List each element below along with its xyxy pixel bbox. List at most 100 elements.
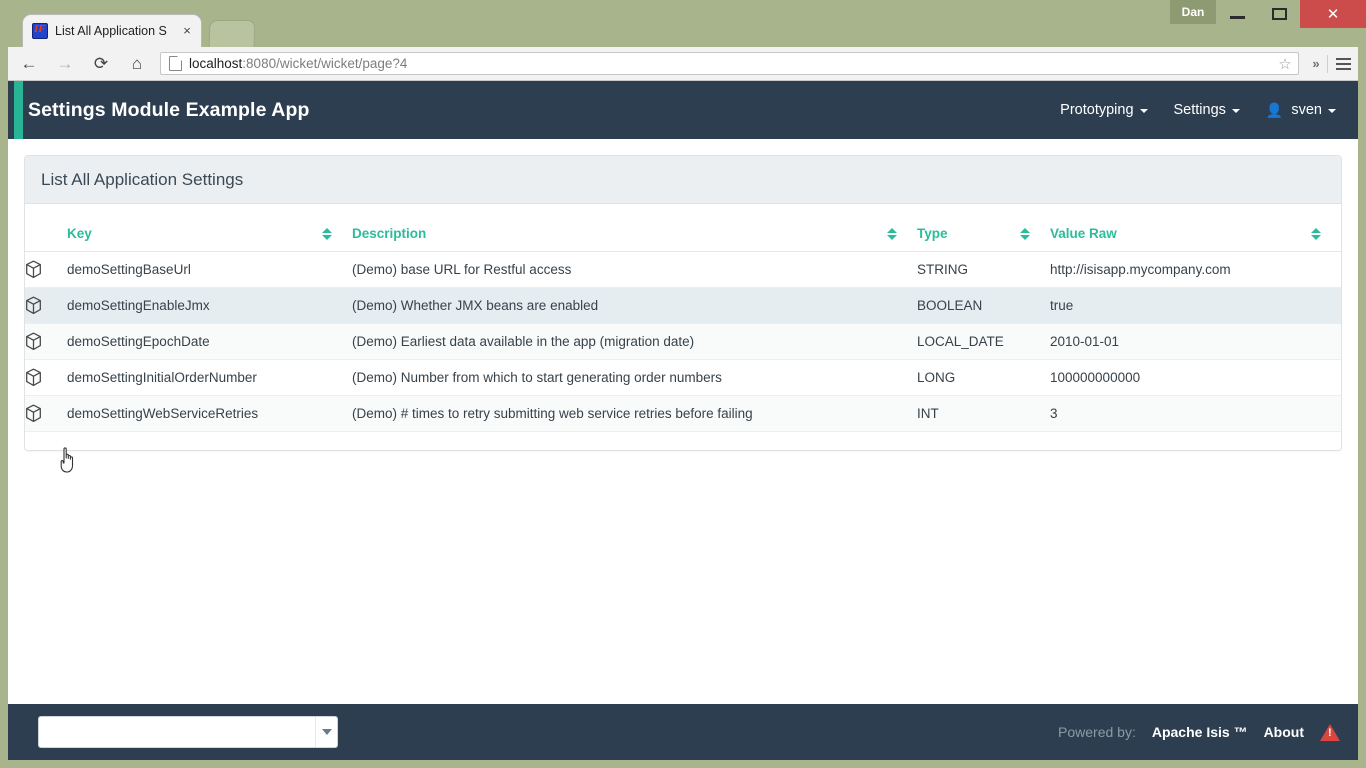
nav-item-prototyping-label: Prototyping (1060, 102, 1134, 118)
window-user-badge[interactable]: Dan (1170, 0, 1216, 24)
sort-icon[interactable] (322, 227, 332, 240)
column-header-value-raw-label: Value Raw (1050, 226, 1117, 241)
footer-select-arrow[interactable] (315, 717, 337, 747)
browser-tab[interactable]: List All Application S × (22, 14, 202, 47)
footer-right: Powered by: Apache Isis ™ About (1058, 723, 1340, 741)
back-icon[interactable]: ← (14, 49, 44, 79)
cell-description: (Demo) Earliest data available in the ap… (352, 323, 917, 360)
settings-table: Key Description Type Value Raw demoSetti… (25, 220, 1341, 432)
cell-description: (Demo) Number from which to start genera… (352, 359, 917, 396)
cell-type: INT (917, 395, 1050, 432)
nav-item-prototyping[interactable]: Prototyping (1060, 102, 1148, 118)
window-close-button[interactable]: ✕ (1300, 0, 1366, 28)
cube-icon[interactable] (25, 287, 67, 324)
column-header-key[interactable]: Key (67, 220, 352, 252)
cell-description: (Demo) # times to retry submitting web s… (352, 395, 917, 432)
column-header-key-label: Key (67, 226, 92, 241)
new-tab-button[interactable] (208, 20, 256, 47)
column-header-type[interactable]: Type (917, 220, 1050, 252)
chevron-down-icon (321, 729, 332, 735)
chevron-down-icon (1139, 109, 1148, 113)
home-icon[interactable]: ⌂ (122, 49, 152, 79)
nav-item-user-label: sven (1291, 102, 1322, 118)
favicon-icon (32, 23, 48, 39)
panel-header: List All Application Settings (25, 156, 1341, 204)
cell-type: BOOLEAN (917, 287, 1050, 324)
apache-isis-link[interactable]: Apache Isis ™ (1152, 724, 1248, 740)
cell-type: LONG (917, 359, 1050, 396)
table-row[interactable]: demoSettingBaseUrl (Demo) base URL for Re… (25, 251, 1341, 288)
powered-by-label: Powered by: (1058, 724, 1136, 740)
nav-item-user[interactable]: 👤 sven (1266, 102, 1336, 119)
column-header-icon (25, 220, 67, 252)
cell-value-raw: 100000000000 (1050, 359, 1341, 396)
bookmark-star-icon[interactable]: ☆ (1276, 55, 1294, 73)
column-header-type-label: Type (917, 226, 948, 241)
cell-type: STRING (917, 251, 1050, 288)
cube-icon[interactable] (25, 323, 67, 360)
window-controls: Dan ✕ (1170, 0, 1366, 28)
cell-value-raw: 2010-01-01 (1050, 323, 1341, 360)
app-brand-title: Settings Module Example App (28, 98, 310, 121)
page-content: List All Application Settings Key Descri… (8, 139, 1358, 704)
cell-key: demoSettingBaseUrl (67, 251, 352, 288)
cell-value-raw: 3 (1050, 395, 1341, 432)
warning-triangle-icon[interactable] (1320, 723, 1340, 741)
app-navbar: Settings Module Example App Prototyping … (8, 81, 1358, 146)
window-minimize-button[interactable] (1216, 0, 1258, 28)
cell-key: demoSettingEpochDate (67, 323, 352, 360)
tab-title: List All Application S (55, 24, 167, 38)
navbar-accent-bar (14, 81, 23, 139)
table-row[interactable]: demoSettingEpochDate (Demo) Earliest data… (25, 323, 1341, 360)
table-row[interactable]: demoSettingWebServiceRetries (Demo) # tim… (25, 395, 1341, 432)
cell-key: demoSettingWebServiceRetries (67, 395, 352, 432)
page-document-icon (169, 56, 182, 71)
sort-icon[interactable] (887, 227, 897, 240)
table-body: demoSettingBaseUrl (Demo) base URL for Re… (25, 251, 1341, 432)
os-window: Dan ✕ List All Application S × ← → ⟳ ⌂ l… (0, 0, 1366, 768)
cell-value-raw: true (1050, 287, 1341, 324)
table-row[interactable]: demoSettingEnableJmx (Demo) Whether JMX b… (25, 287, 1341, 324)
column-header-description[interactable]: Description (352, 220, 917, 252)
browser-tabstrip: List All Application S × (0, 0, 1150, 47)
column-header-value-raw[interactable]: Value Raw (1050, 220, 1341, 252)
settings-panel: List All Application Settings Key Descri… (24, 155, 1342, 451)
table-header-row: Key Description Type Value Raw (25, 220, 1341, 252)
about-link[interactable]: About (1264, 724, 1304, 740)
navbar-menu: Prototyping Settings 👤 sven (1060, 102, 1336, 119)
page-title: List All Application Settings (41, 169, 244, 189)
browser-menu-icon[interactable] (1328, 57, 1358, 70)
cell-key: demoSettingEnableJmx (67, 287, 352, 324)
sort-icon[interactable] (1311, 227, 1321, 240)
nav-item-settings[interactable]: Settings (1174, 102, 1240, 118)
url-text: localhost:8080/wicket/wicket/page?4 (189, 56, 407, 71)
close-icon: ✕ (1326, 6, 1340, 23)
reload-icon[interactable]: ⟳ (86, 49, 116, 79)
address-bar[interactable]: localhost:8080/wicket/wicket/page?4 ☆ (160, 52, 1299, 75)
maximize-icon (1271, 8, 1287, 20)
table-head: Key Description Type Value Raw (25, 220, 1341, 252)
forward-icon[interactable]: → (50, 49, 80, 79)
toolbar-overflow-icon[interactable]: » (1305, 56, 1327, 71)
cell-description: (Demo) Whether JMX beans are enabled (352, 287, 917, 324)
footer-select[interactable] (38, 716, 338, 748)
minimize-icon (1229, 16, 1245, 19)
browser-toolbar: ← → ⟳ ⌂ localhost:8080/wicket/wicket/pag… (8, 47, 1358, 81)
nav-item-settings-label: Settings (1173, 102, 1226, 118)
url-host: localhost (189, 56, 243, 71)
footer-select-value[interactable] (39, 717, 315, 747)
url-path: :8080/wicket/wicket/page?4 (242, 56, 408, 71)
sort-icon[interactable] (1020, 227, 1030, 240)
window-maximize-button[interactable] (1258, 0, 1300, 28)
cell-description: (Demo) base URL for Restful access (352, 251, 917, 288)
cube-icon[interactable] (25, 395, 67, 432)
tab-close-icon[interactable]: × (179, 24, 195, 38)
chevron-down-icon (1231, 109, 1240, 113)
cell-key: demoSettingInitialOrderNumber (67, 359, 352, 396)
table-row[interactable]: demoSettingInitialOrderNumber (Demo) Numb… (25, 359, 1341, 396)
cube-icon[interactable] (25, 251, 67, 288)
user-icon: 👤 (1265, 101, 1284, 118)
cube-icon[interactable] (25, 359, 67, 396)
app-footer: Powered by: Apache Isis ™ About (8, 704, 1358, 760)
cell-type: LOCAL_DATE (917, 323, 1050, 360)
